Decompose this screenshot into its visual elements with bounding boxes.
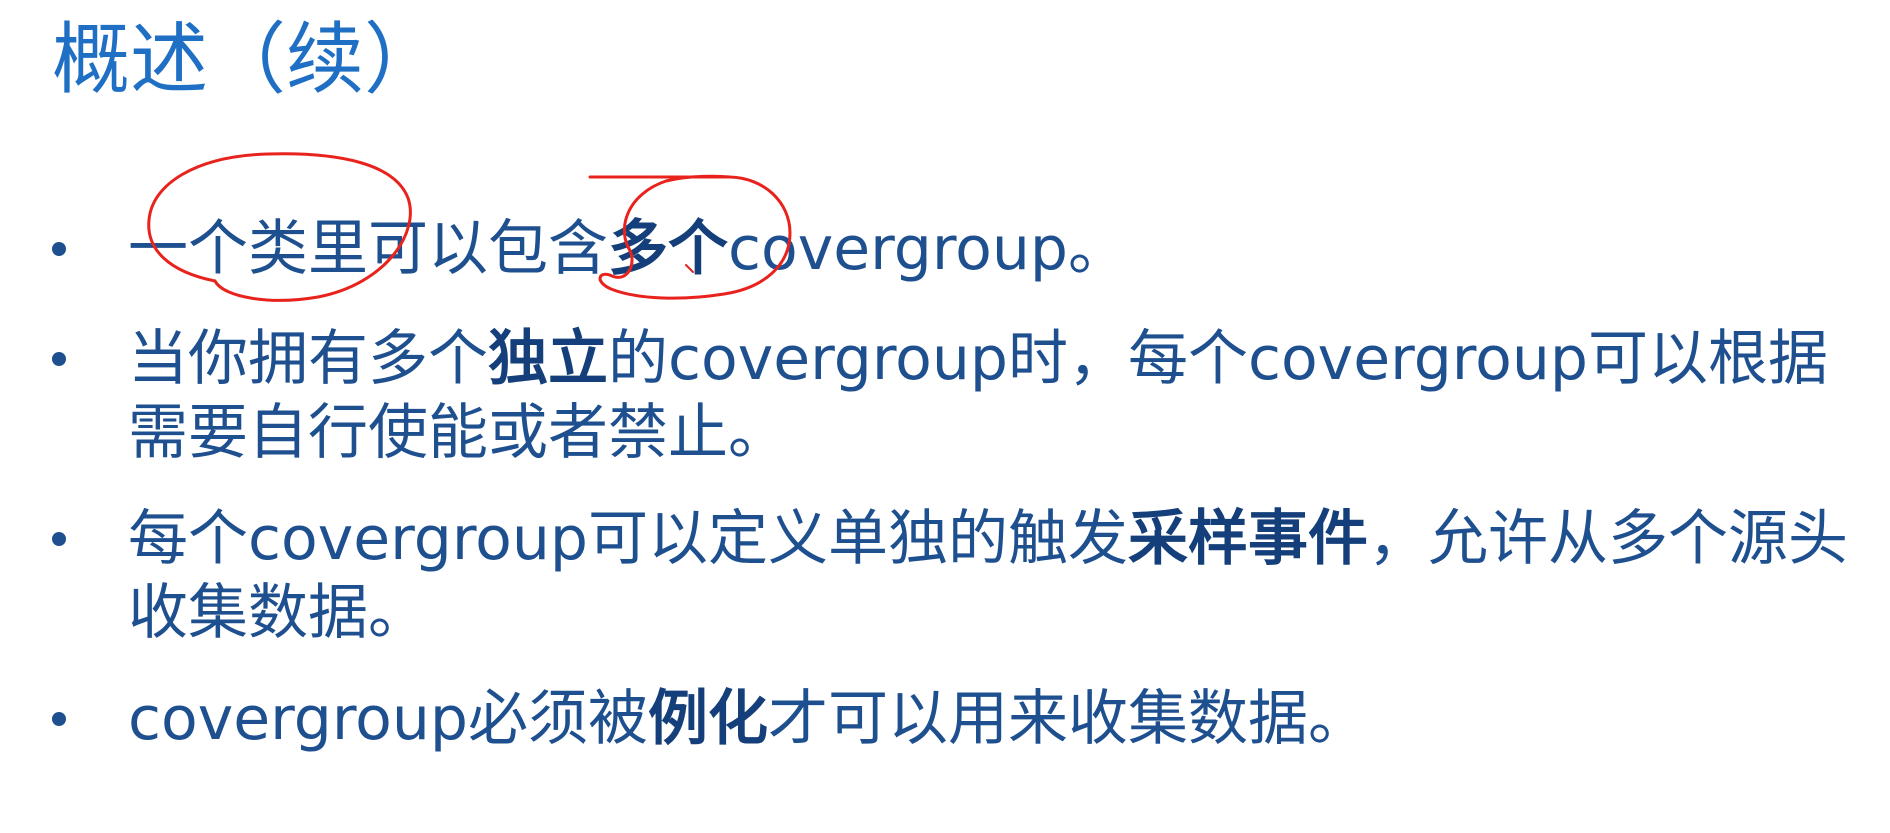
bullet-dot-icon xyxy=(52,242,66,256)
text-segment: 才可以用来收集数据。 xyxy=(768,684,1368,754)
bullet-dot-icon xyxy=(52,712,66,726)
text-segment: 当你拥有多个 xyxy=(128,324,488,394)
bullet-text: 一个类里可以包含多个covergroup。 xyxy=(128,212,1848,286)
text-segment: covergroup必须被 xyxy=(128,684,648,754)
bullet-text: 当你拥有多个独立的covergroup时，每个covergroup可以根据需要自… xyxy=(128,322,1848,470)
bold-text-segment: 多个 xyxy=(608,214,728,284)
bold-text-segment: 独立 xyxy=(488,324,608,394)
bold-text-segment: 采样事件 xyxy=(1128,504,1368,574)
text-segment: covergroup。 xyxy=(728,214,1128,284)
text-segment: 每个covergroup可以定义单独的触发 xyxy=(128,504,1128,574)
slide-title: 概述（续） xyxy=(52,15,443,105)
bold-text-segment: 例化 xyxy=(648,684,768,754)
bullet-text: covergroup必须被例化才可以用来收集数据。 xyxy=(128,682,1848,756)
slide: 概述（续） 一个类里可以包含多个covergroup。 当你拥有多个独立的cov… xyxy=(0,0,1890,833)
bullet-dot-icon xyxy=(52,532,66,546)
text-segment: 一个类里可以包含 xyxy=(128,214,608,284)
bullet-text: 每个covergroup可以定义单独的触发采样事件，允许从多个源头收集数据。 xyxy=(128,502,1848,650)
bullet-dot-icon xyxy=(52,352,66,366)
